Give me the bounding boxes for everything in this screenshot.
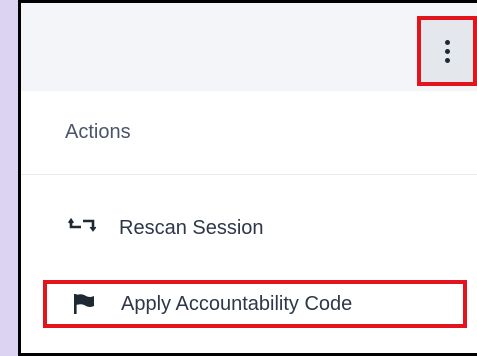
apply-accountability-code-menu-item[interactable]: Apply Accountability Code: [43, 280, 467, 328]
more-options-button[interactable]: [417, 16, 477, 86]
flag-icon: [69, 292, 99, 316]
actions-panel: Actions Rescan Session Apply Accountabil…: [18, 0, 477, 356]
repeat-icon: [67, 216, 97, 240]
menu-header-label: Actions: [65, 121, 131, 143]
apply-accountability-code-label: Apply Accountability Code: [121, 292, 353, 315]
rescan-session-label: Rescan Session: [119, 216, 264, 239]
rescan-session-menu-item[interactable]: Rescan Session: [21, 203, 477, 253]
panel-toolbar: [21, 3, 477, 91]
more-vertical-icon: [444, 39, 450, 63]
menu-header: Actions: [21, 91, 477, 175]
